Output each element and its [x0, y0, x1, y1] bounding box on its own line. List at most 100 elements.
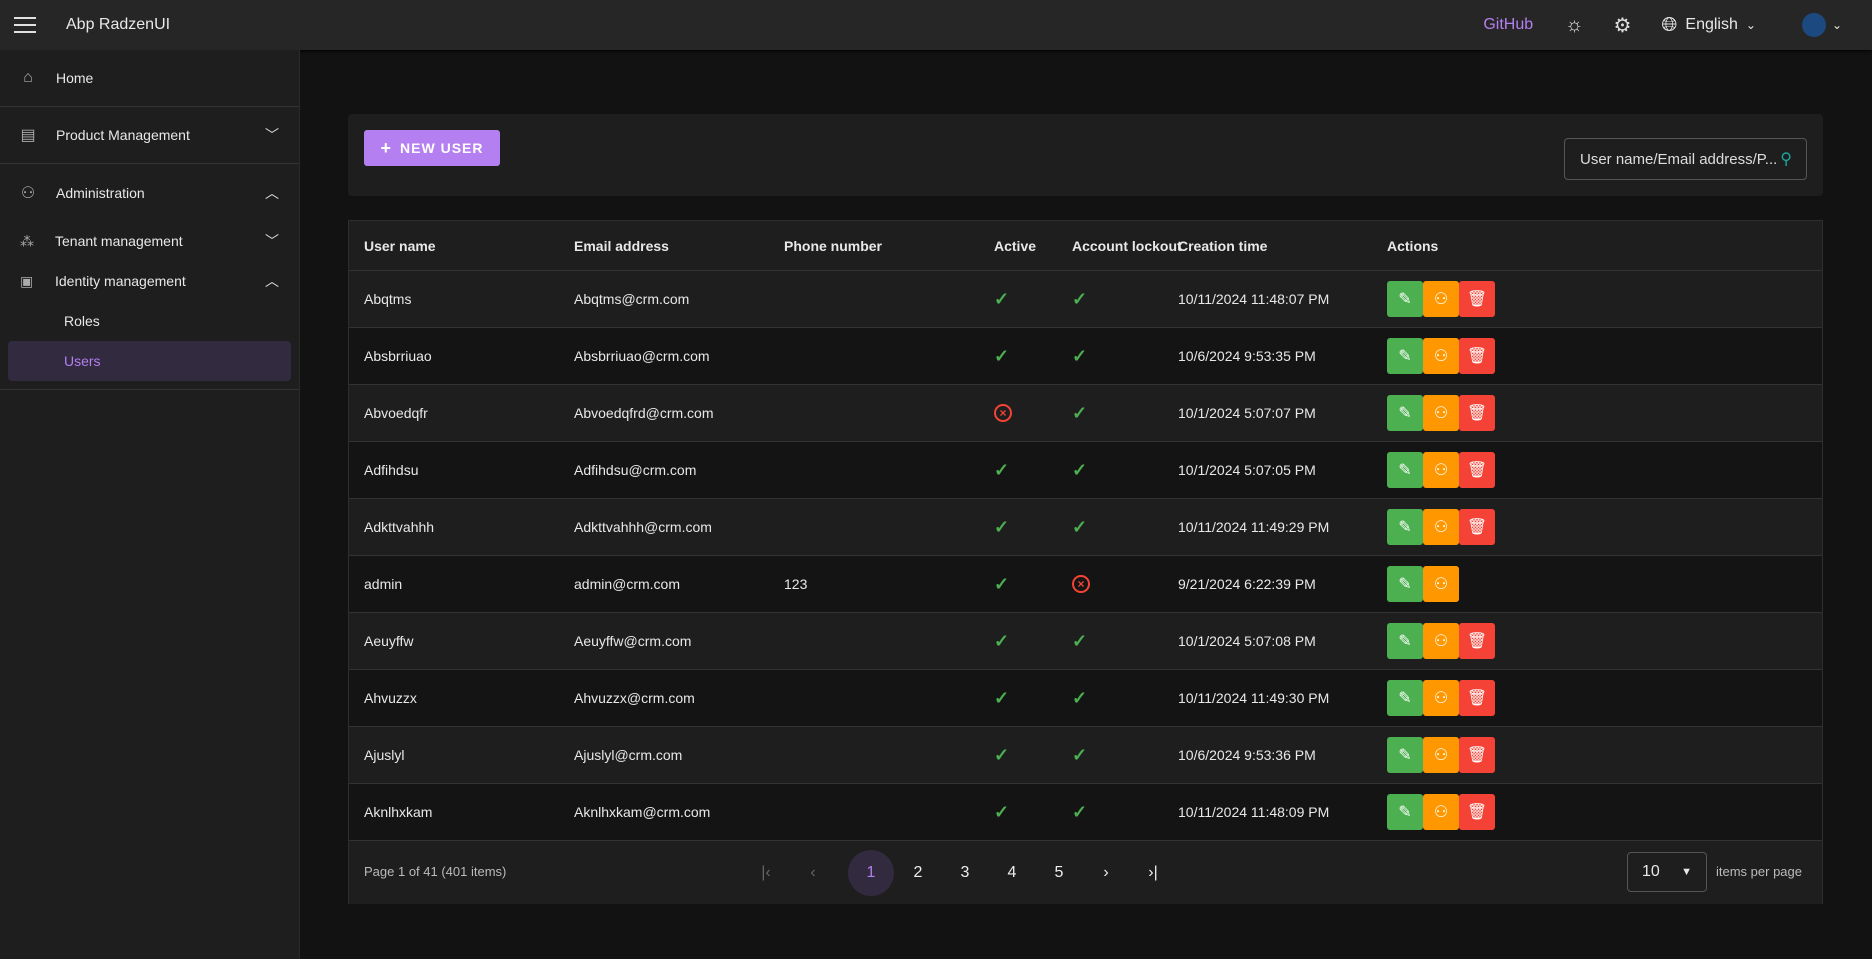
- page-button-2[interactable]: 2: [895, 850, 941, 896]
- edit-button[interactable]: ✎: [1387, 623, 1423, 659]
- new-user-button[interactable]: + NEW USER: [364, 130, 500, 166]
- active-cell: ✓: [994, 499, 1009, 555]
- creation-time-cell: 10/11/2024 11:49:30 PM: [1178, 690, 1330, 706]
- edit-button[interactable]: ✎: [1387, 794, 1423, 830]
- assign-roles-button[interactable]: ⚇: [1423, 452, 1459, 488]
- table-row[interactable]: Adkttvahhh Adkttvahhh@crm.com ✓ ✓ 10/11/2024…: [349, 499, 1822, 556]
- user-check-icon: ⚇: [1433, 462, 1449, 479]
- table-row[interactable]: Absbrriuao Absbrriuao@crm.com ✓ ✓ 10/6/2024 …: [349, 328, 1822, 385]
- page-size-select[interactable]: 10 ▼: [1627, 852, 1707, 892]
- delete-button[interactable]: 🗑︎: [1459, 452, 1495, 488]
- prev-page-icon[interactable]: ‹: [790, 850, 836, 896]
- creation-time-cell: 10/6/2024 9:53:36 PM: [1178, 747, 1316, 763]
- trash-icon: 🗑︎: [1466, 405, 1488, 422]
- column-header[interactable]: Active: [994, 221, 1036, 270]
- assign-roles-button[interactable]: ⚇: [1423, 509, 1459, 545]
- table-row[interactable]: Aeuyffw Aeuyffw@crm.com ✓ ✓ 10/1/2024 5:07:0…: [349, 613, 1822, 670]
- github-link[interactable]: GitHub: [1483, 16, 1533, 34]
- sidebar-item-tenant-management[interactable]: ⁂ Tenant management ﹀: [0, 221, 299, 261]
- table-row[interactable]: Ahvuzzx Ahvuzzx@crm.com ✓ ✓ 10/11/2024 11:49…: [349, 670, 1822, 727]
- user-check-icon: ⚇: [1433, 747, 1449, 764]
- sidebar-item-identity-management[interactable]: ▣ Identity management ︿: [0, 261, 299, 301]
- creation-time-cell: 9/21/2024 6:22:39 PM: [1178, 576, 1316, 592]
- search-input[interactable]: User name/Email address/P... ⚲: [1564, 138, 1807, 180]
- check-icon: ✓: [1072, 345, 1088, 366]
- column-header[interactable]: Creation time: [1178, 221, 1267, 270]
- gear-icon[interactable]: ⚙: [1613, 13, 1631, 38]
- table-row[interactable]: Ajuslyl Ajuslyl@crm.com ✓ ✓ 10/6/2024 9:53:3…: [349, 727, 1822, 784]
- edit-button[interactable]: ✎: [1387, 281, 1423, 317]
- sidebar-item-users[interactable]: Users: [8, 341, 291, 381]
- table-row[interactable]: Abqtms Abqtms@crm.com ✓ ✓ 10/11/2024 11:48:0…: [349, 271, 1822, 328]
- check-icon: ✓: [994, 801, 1010, 822]
- search-icon[interactable]: ⚲: [1780, 149, 1792, 169]
- delete-button[interactable]: 🗑︎: [1459, 794, 1495, 830]
- check-icon: ✓: [1072, 402, 1088, 423]
- column-header[interactable]: User name: [364, 221, 436, 270]
- pencil-icon: ✎: [1398, 633, 1412, 650]
- assign-roles-button[interactable]: ⚇: [1423, 623, 1459, 659]
- actions-cell: ✎ ⚇ 🗑︎: [1387, 442, 1495, 498]
- hamburger-menu-icon[interactable]: [14, 17, 36, 33]
- user-check-icon: ⚇: [1433, 690, 1449, 707]
- pencil-icon: ✎: [1398, 348, 1412, 365]
- user-check-icon: ⚇: [1433, 405, 1449, 422]
- edit-button[interactable]: ✎: [1387, 566, 1423, 602]
- column-header[interactable]: Phone number: [784, 221, 882, 270]
- check-icon: ✓: [1072, 288, 1088, 309]
- sidebar-item-administration[interactable]: ⚇ Administration ︿: [0, 164, 299, 221]
- table-header-row: User name Email address Phone number Active…: [349, 221, 1822, 271]
- table-row[interactable]: admin admin@crm.com 123 ✓ × 9/21/2024 6:22:39…: [349, 556, 1822, 613]
- page-button-4[interactable]: 4: [989, 850, 1035, 896]
- delete-button[interactable]: 🗑︎: [1459, 623, 1495, 659]
- user-menu[interactable]: ⌄: [1801, 13, 1842, 37]
- page-button-5[interactable]: 5: [1036, 850, 1082, 896]
- edit-button[interactable]: ✎: [1387, 737, 1423, 773]
- delete-button[interactable]: 🗑︎: [1459, 680, 1495, 716]
- column-header[interactable]: Email address: [574, 221, 669, 270]
- app-title: Abp RadzenUI: [66, 16, 171, 33]
- page-size-value: 10: [1642, 863, 1660, 880]
- administration-group: ⚇ Administration ︿ ⁂ Tenant management ﹀ ▣ Id…: [0, 164, 299, 390]
- next-page-icon[interactable]: ›: [1083, 850, 1129, 896]
- lockout-cell: ✓: [1072, 385, 1087, 441]
- assign-roles-button[interactable]: ⚇: [1423, 737, 1459, 773]
- first-page-icon[interactable]: |‹: [743, 850, 789, 896]
- table-row[interactable]: Adfihdsu Adfihdsu@crm.com ✓ ✓ 10/1/2024 5:07…: [349, 442, 1822, 499]
- language-selector[interactable]: 🌐︎ English ⌄: [1661, 14, 1756, 37]
- delete-button[interactable]: 🗑︎: [1459, 395, 1495, 431]
- assign-roles-button[interactable]: ⚇: [1423, 395, 1459, 431]
- delete-button[interactable]: 🗑︎: [1459, 509, 1495, 545]
- page-button-3[interactable]: 3: [942, 850, 988, 896]
- sidebar-item-product-management[interactable]: ▤ Product Management ﹀: [0, 107, 299, 164]
- page-button-1[interactable]: 1: [848, 850, 894, 896]
- assign-roles-button[interactable]: ⚇: [1423, 794, 1459, 830]
- edit-button[interactable]: ✎: [1387, 680, 1423, 716]
- user-check-icon: ⚇: [1433, 804, 1449, 821]
- delete-button[interactable]: 🗑︎: [1459, 737, 1495, 773]
- edit-button[interactable]: ✎: [1387, 509, 1423, 545]
- assign-roles-button[interactable]: ⚇: [1423, 338, 1459, 374]
- edit-button[interactable]: ✎: [1387, 338, 1423, 374]
- edit-button[interactable]: ✎: [1387, 395, 1423, 431]
- creation-time-cell: 10/1/2024 5:07:08 PM: [1178, 633, 1316, 649]
- column-header[interactable]: Account lockout: [1072, 221, 1182, 270]
- table-row[interactable]: Abvoedqfr Abvoedqfrd@crm.com × ✓ 10/1/2024 5…: [349, 385, 1822, 442]
- creation-time-cell: 10/11/2024 11:48:09 PM: [1178, 804, 1330, 820]
- sidebar-item-roles[interactable]: Roles: [8, 301, 291, 341]
- user-check-icon: ⚇: [1433, 291, 1449, 308]
- sidebar-item-home[interactable]: ⌂ Home: [0, 50, 299, 107]
- search-placeholder: User name/Email address/P...: [1580, 150, 1778, 168]
- check-icon: ✓: [1072, 459, 1088, 480]
- assign-roles-button[interactable]: ⚇: [1423, 680, 1459, 716]
- edit-button[interactable]: ✎: [1387, 452, 1423, 488]
- assign-roles-button[interactable]: ⚇: [1423, 566, 1459, 602]
- actions-cell: ✎ ⚇ 🗑︎: [1387, 727, 1495, 783]
- delete-button[interactable]: 🗑︎: [1459, 338, 1495, 374]
- last-page-icon[interactable]: ›|: [1130, 850, 1176, 896]
- delete-button[interactable]: 🗑︎: [1459, 281, 1495, 317]
- assign-roles-button[interactable]: ⚇: [1423, 281, 1459, 317]
- user-name-cell: Absbrriuao: [364, 348, 432, 364]
- table-row[interactable]: Aknlhxkam Aknlhxkam@crm.com ✓ ✓ 10/11/2024 1…: [349, 784, 1822, 841]
- sun-icon[interactable]: ☼: [1565, 14, 1583, 37]
